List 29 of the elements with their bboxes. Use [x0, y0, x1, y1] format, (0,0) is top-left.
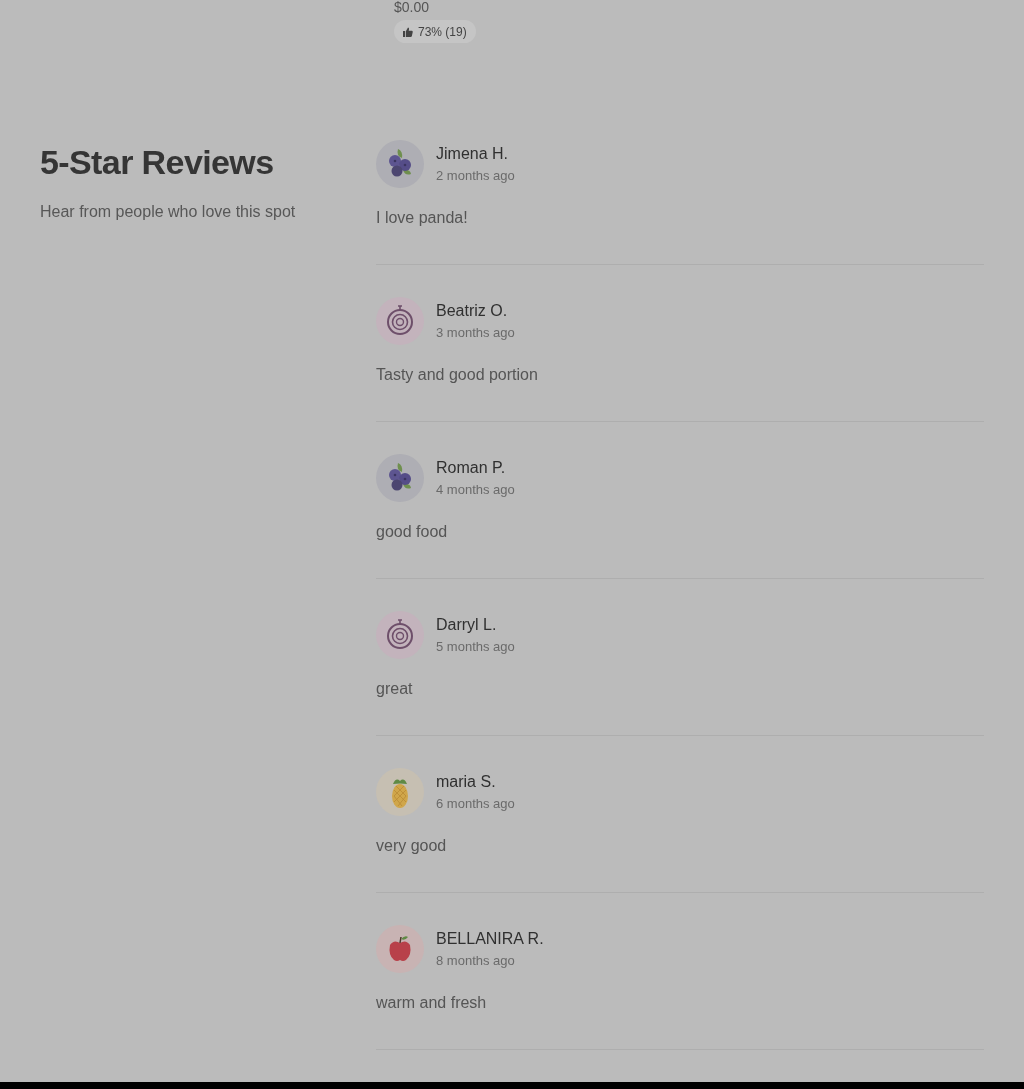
- review-text: I love panda!: [376, 208, 469, 228]
- apple-icon: [376, 925, 424, 973]
- review-time: 8 months ago: [436, 953, 515, 969]
- reviewer-name: Jimena H.: [436, 144, 509, 164]
- review-text: Tasty and good portion: [376, 365, 539, 385]
- review-time: 6 months ago: [436, 796, 515, 812]
- review-text: warm and fresh: [376, 993, 488, 1013]
- blueberry-icon: [376, 454, 424, 502]
- price-text: $0.00: [394, 0, 430, 14]
- reviewer-name: Beatriz O.: [436, 301, 508, 321]
- review-time: 3 months ago: [436, 325, 515, 341]
- onion-icon: [376, 297, 424, 345]
- section-title: 5-Star Reviews: [40, 142, 275, 183]
- reviewer-name: maria S.: [436, 772, 496, 792]
- rating-text: 73% (19): [418, 24, 467, 39]
- review-time: 2 months ago: [436, 168, 515, 184]
- reviewer-name: Darryl L.: [436, 615, 497, 635]
- thumbs-up-icon: [403, 26, 413, 37]
- reviewer-name: BELLANIRA R.: [436, 929, 544, 949]
- review-time: 5 months ago: [436, 639, 515, 655]
- review-text: great: [376, 679, 414, 699]
- review-time: 4 months ago: [436, 482, 515, 498]
- pineapple-icon: [376, 768, 424, 816]
- section-subtitle: Hear from people who love this spot: [40, 202, 297, 222]
- review-text: very good: [376, 836, 448, 856]
- reviewer-name: Roman P.: [436, 458, 506, 478]
- onion-icon: [376, 611, 424, 659]
- blueberry-icon: [376, 140, 424, 188]
- review-text: good food: [376, 522, 449, 542]
